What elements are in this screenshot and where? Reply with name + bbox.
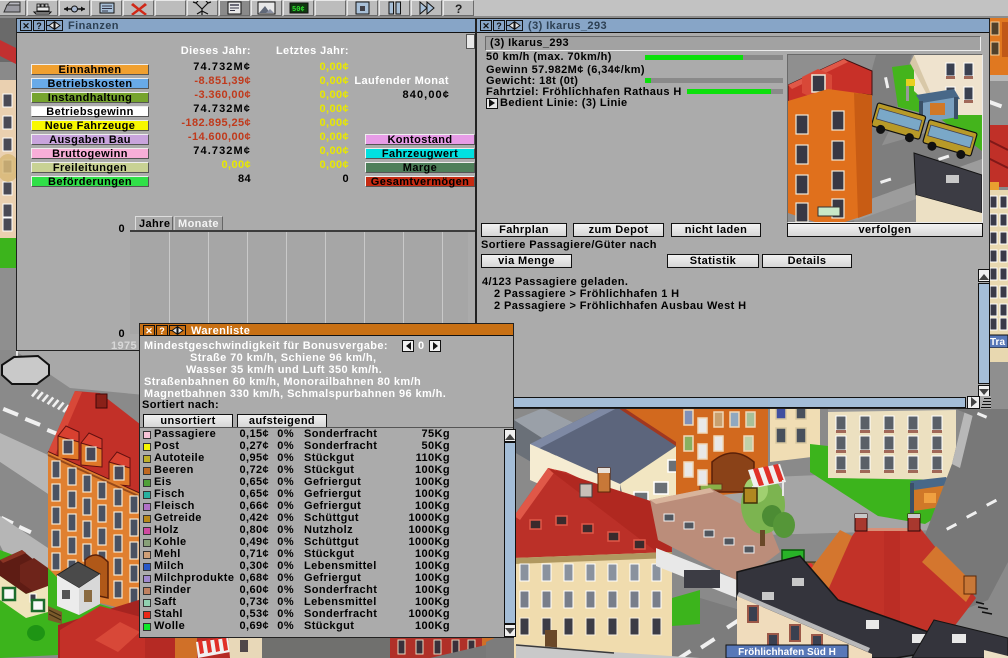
svg-text:Tra: Tra [990, 337, 1005, 348]
svg-text:50¢: 50¢ [292, 6, 305, 14]
svg-text:Fröhlichhafen Süd H: Fröhlichhafen Süd H [738, 647, 836, 658]
svg-text:?: ? [455, 2, 462, 15]
